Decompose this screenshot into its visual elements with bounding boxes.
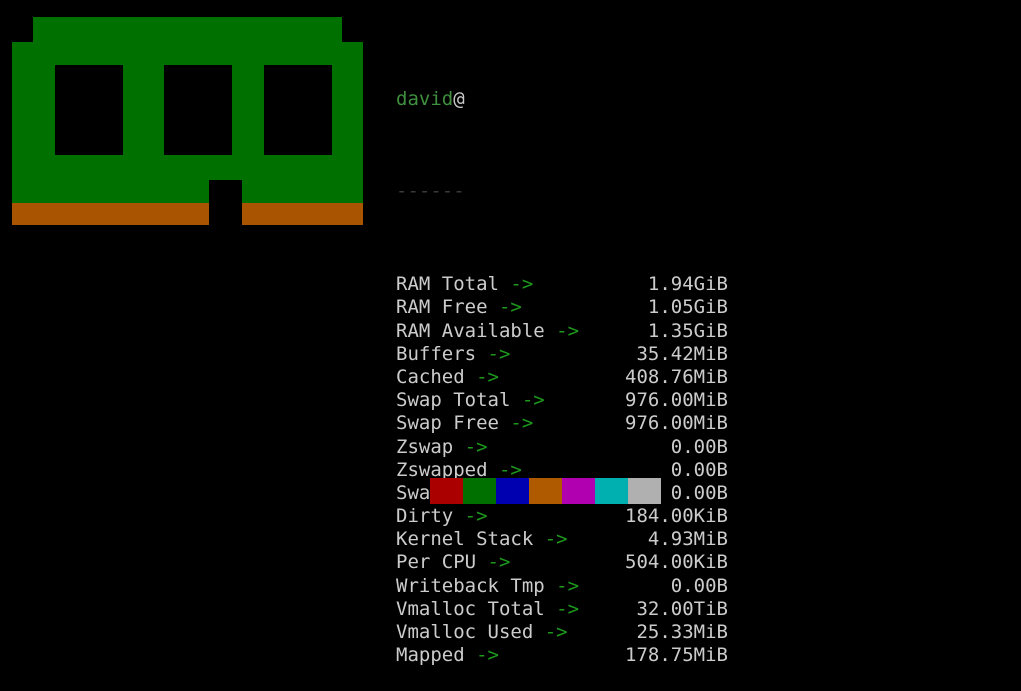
color-swatch-green <box>463 478 496 504</box>
info-row-value: 1.35GiB <box>647 319 728 342</box>
info-row: Zswap -> 0.00B <box>396 436 736 459</box>
info-row-value: 976.00MiB <box>625 389 728 412</box>
info-row-label: Writeback Tmp <box>396 574 545 597</box>
color-swatch-cyan <box>595 478 628 504</box>
info-row-arrow-icon: -> <box>476 551 511 574</box>
memory-chip-icon <box>264 65 332 155</box>
info-row: RAM Free -> 1.05GiB <box>396 296 736 319</box>
info-row-value: 976.00MiB <box>625 412 728 435</box>
info-row-arrow-icon: -> <box>544 319 580 342</box>
ansi-color-palette <box>430 478 661 504</box>
info-row-value: 178.75MiB <box>625 644 728 667</box>
ram-module-logo <box>0 0 390 240</box>
info-row-label: Swap Total <box>396 389 511 412</box>
info-row-label: Vmalloc Total <box>396 597 545 620</box>
color-swatch-red <box>430 478 463 504</box>
info-row-arrow-icon: -> <box>544 597 580 620</box>
info-row-value: 4.93MiB <box>647 528 728 551</box>
info-row-label: Dirty <box>396 505 454 528</box>
color-swatch-magenta <box>562 478 595 504</box>
info-row-label: Zswap <box>396 435 454 458</box>
info-row-arrow-icon: -> <box>533 621 568 644</box>
info-row-arrow-icon: -> <box>453 435 488 458</box>
info-row-arrow-icon: -> <box>453 505 488 528</box>
info-row-arrow-icon: -> <box>533 528 568 551</box>
memory-chip-icon <box>164 65 232 155</box>
user-host-line: david@ <box>396 88 736 111</box>
info-row: RAM Total -> 1.94GiB <box>396 273 736 296</box>
info-row-value: 1.05GiB <box>647 296 728 319</box>
info-row-value: 0.00B <box>670 481 728 504</box>
info-row: Buffers -> 35.42MiB <box>396 343 736 366</box>
info-row: Per CPU -> 504.00KiB <box>396 551 736 574</box>
info-row: Mapped -> 178.75MiB <box>396 644 736 667</box>
color-swatch-yellow <box>529 478 562 504</box>
info-row-arrow-icon: -> <box>487 296 522 319</box>
info-row-arrow-icon: -> <box>464 365 499 388</box>
keying-notch <box>209 180 242 225</box>
info-row-value: 408.76MiB <box>625 365 728 388</box>
memory-chip-icon <box>55 65 123 155</box>
at-symbol: @ <box>453 87 465 110</box>
gold-finger-contacts <box>12 203 363 225</box>
info-row-arrow-icon: -> <box>510 389 545 412</box>
info-row-label: RAM Total <box>396 273 499 296</box>
info-row-label: Swap Free <box>396 412 499 435</box>
info-row-label: Vmalloc Used <box>396 621 534 644</box>
info-row-value: 0.00B <box>670 458 728 481</box>
info-row: Vmalloc Used -> 25.33MiB <box>396 621 736 644</box>
info-row-value: 504.00KiB <box>625 551 728 574</box>
info-row-value: 184.00KiB <box>625 505 728 528</box>
info-row-value: 0.00B <box>670 435 728 458</box>
info-row-arrow-icon: -> <box>498 412 534 435</box>
info-row: Swap Total -> 976.00MiB <box>396 389 736 412</box>
info-row-label: RAM Available <box>396 319 545 342</box>
info-row-list: RAM Total -> 1.94GiB RAM Free -> 1.05GiB RAM… <box>396 273 736 667</box>
info-row: Writeback Tmp -> 0.00B <box>396 575 736 598</box>
info-row-arrow-icon: -> <box>498 273 534 296</box>
info-row-label: RAM Free <box>396 296 488 319</box>
info-row-value: 25.33MiB <box>636 621 728 644</box>
info-row-arrow-icon: -> <box>544 574 580 597</box>
info-row: Cached -> 408.76MiB <box>396 366 736 389</box>
color-swatch-white <box>628 478 661 504</box>
info-row: Dirty -> 184.00KiB <box>396 505 736 528</box>
header-rule: ------ <box>396 180 465 203</box>
info-row-label: Buffers <box>396 342 477 365</box>
pcb-top-edge <box>33 17 342 43</box>
info-row-label: Mapped <box>396 644 465 667</box>
info-row: Vmalloc Total -> 32.00TiB <box>396 598 736 621</box>
info-row: Swap Free -> 976.00MiB <box>396 412 736 435</box>
info-row-label: Cached <box>396 365 465 388</box>
username: david <box>396 87 454 110</box>
info-row-value: 0.00B <box>670 574 728 597</box>
info-row-value: 35.42MiB <box>636 342 728 365</box>
info-row-arrow-icon: -> <box>464 644 499 667</box>
info-row-arrow-icon: -> <box>476 342 511 365</box>
color-swatch-blue <box>496 478 529 504</box>
info-row-value: 1.94GiB <box>647 273 728 296</box>
info-row: Kernel Stack -> 4.93MiB <box>396 528 736 551</box>
info-row-label: Kernel Stack <box>396 528 534 551</box>
system-info-block: david@ ------ RAM Total -> 1.94GiB RAM Fre… <box>396 18 736 691</box>
info-row-value: 32.00TiB <box>636 597 728 620</box>
info-row: RAM Available -> 1.35GiB <box>396 320 736 343</box>
info-row-label: Per CPU <box>396 551 477 574</box>
